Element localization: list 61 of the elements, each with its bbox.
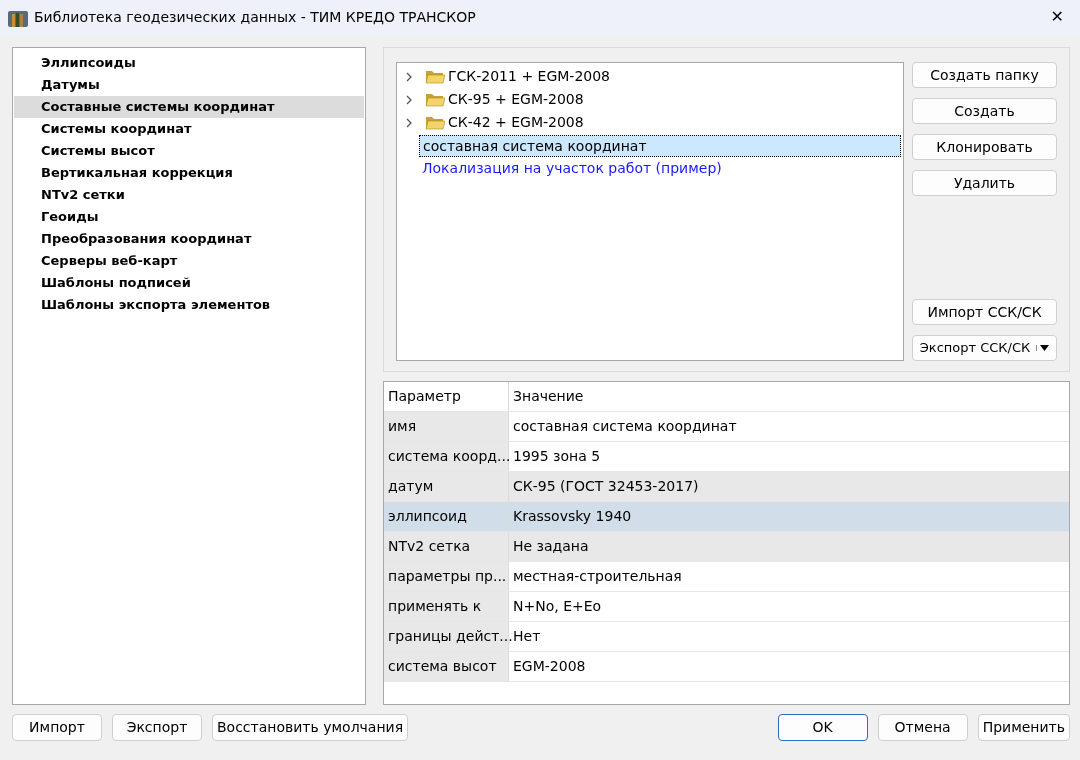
footer-button[interactable]: Применить — [977, 714, 1070, 741]
tree-item[interactable]: СК-95 + EGM-2008 — [445, 88, 587, 111]
action-button[interactable]: Создать папку — [912, 62, 1057, 88]
value-cell-text: Krassovsky 1940 — [512, 507, 633, 526]
table-row[interactable]: имя составная система координат — [384, 412, 1069, 442]
tree-item[interactable]: составная система координат — [419, 134, 901, 157]
footer-button[interactable]: OK — [777, 714, 868, 741]
table-row[interactable]: параметры пр... местная-строительная — [384, 562, 1069, 592]
tree-item[interactable]: ГСК-2011 + EGM-2008 — [445, 65, 614, 88]
parameter-cell: имя — [384, 412, 509, 441]
action-button[interactable]: Клонировать — [912, 134, 1057, 160]
action-button[interactable]: Импорт ССК/СК — [912, 299, 1057, 325]
sidebar-item[interactable]: Датумы — [14, 74, 364, 96]
column-header: Значение — [512, 387, 585, 406]
folder-icon — [425, 69, 445, 84]
parameter-cell: система коорд... — [384, 442, 509, 471]
table-row[interactable]: NTv2 сетка Не задана — [384, 532, 1069, 562]
folder-icon — [425, 115, 445, 130]
footer-button[interactable]: Экспорт — [112, 714, 202, 741]
value-cell-text: N+No, E+Eo — [512, 597, 603, 616]
footer-button[interactable]: Импорт — [12, 714, 102, 741]
chevron-right-icon[interactable] — [405, 71, 413, 82]
dropdown-button[interactable]: Экспорт ССК/СК — [912, 335, 1057, 361]
sidebar-item[interactable]: Системы высот — [14, 140, 364, 162]
value-cell-text: местная-строительная — [512, 567, 683, 586]
value-cell-text: составная система координат — [512, 417, 738, 436]
parameter-cell: параметры пр... — [384, 562, 509, 591]
value-cell-text: Не задана — [512, 537, 590, 556]
action-button[interactable]: Создать — [912, 98, 1057, 124]
sidebar-item[interactable]: Составные системы координат — [14, 96, 364, 118]
sidebar-item[interactable]: Серверы веб-карт — [14, 250, 364, 272]
footer-button[interactable]: Восстановить умолчания — [212, 714, 409, 741]
parameter-cell: система высот — [384, 652, 509, 681]
sidebar-item[interactable]: Вертикальная коррекция — [14, 162, 364, 184]
table-row[interactable]: система высот EGM-2008 — [384, 652, 1069, 682]
parameter-cell: применять к — [384, 592, 509, 621]
close-button[interactable]: ✕ — [1042, 5, 1072, 29]
sidebar-item[interactable]: Шаблоны экспорта элементов — [14, 294, 364, 316]
footer-button[interactable]: Отмена — [877, 714, 968, 741]
sidebar-item[interactable]: Шаблоны подписей — [14, 272, 364, 294]
sidebar-item[interactable]: NTv2 сетки — [14, 184, 364, 206]
sidebar-item[interactable]: Системы координат — [14, 118, 364, 140]
chevron-right-icon[interactable] — [405, 94, 413, 105]
tree-item[interactable]: СК-42 + EGM-2008 — [445, 111, 587, 134]
value-cell-text: Нет — [512, 627, 542, 646]
chevron-right-icon[interactable] — [405, 117, 413, 128]
window-title: Библиотека геодезических данных - ТИМ КРЕДО ТРАНСКОР — [34, 7, 476, 27]
folder-icon — [425, 92, 445, 107]
sidebar-item[interactable]: Преобразования координат — [14, 228, 364, 250]
table-row[interactable]: границы дейст...Нет — [384, 622, 1069, 652]
value-cell-text: EGM-2008 — [512, 657, 587, 676]
table-row[interactable]: датум СК-95 (ГОСТ 32453-2017) — [384, 472, 1069, 502]
books-icon — [8, 8, 28, 27]
action-button[interactable]: Удалить — [912, 170, 1057, 196]
sidebar-item[interactable]: Эллипсоиды — [14, 52, 364, 74]
tree-link[interactable]: Локализация на участок работ (пример) — [419, 157, 725, 180]
value-cell-text: 1995 зона 5 — [512, 447, 602, 466]
table-row[interactable]: эллипсоид Krassovsky 1940 — [384, 502, 1069, 532]
table-row[interactable]: применять к N+No, E+Eo — [384, 592, 1069, 622]
value-cell-text: СК-95 (ГОСТ 32453-2017) — [512, 477, 700, 496]
sidebar-item[interactable]: Геоиды — [14, 206, 364, 228]
